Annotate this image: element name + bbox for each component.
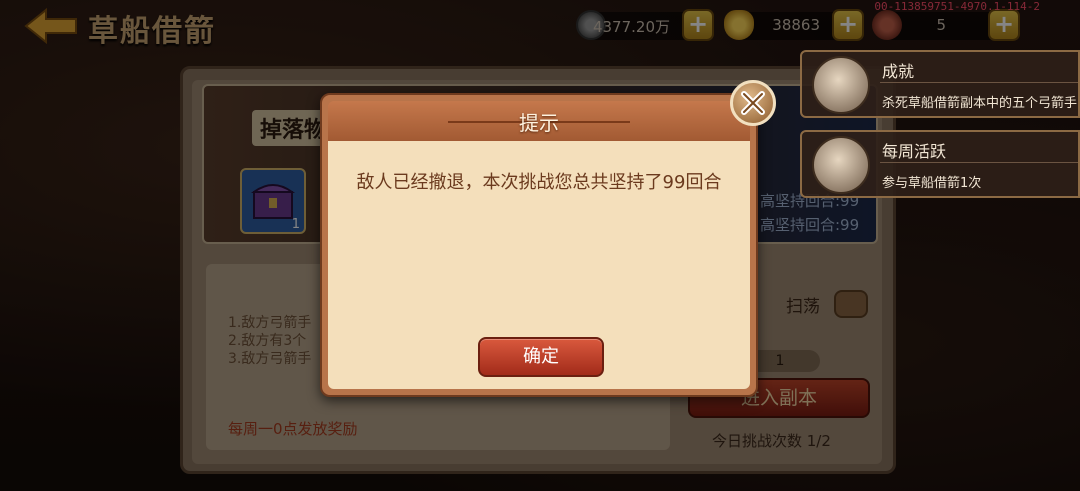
- scroll-icon: [812, 136, 870, 194]
- weekly-activity-toast: 每周活跃 参与草船借箭1次: [800, 130, 1080, 198]
- confirm-button[interactable]: 确定: [478, 337, 604, 377]
- close-icon: [741, 91, 765, 115]
- toast-title: 成就: [882, 62, 915, 81]
- toast-divider: [880, 162, 1078, 163]
- alert-dialog: 提示 敌人已经撤退，本次挑战您总共坚持了99回合 确定: [320, 93, 758, 397]
- toast-desc: 参与草船借箭1次: [882, 176, 982, 191]
- close-dialog-button[interactable]: [730, 80, 776, 126]
- dialog-message: 敌人已经撤退，本次挑战您总共坚持了99回合: [356, 172, 722, 193]
- dialog-header: 提示: [328, 101, 750, 141]
- dialog-title: 提示: [519, 111, 559, 135]
- toast-title: 每周活跃: [882, 142, 947, 161]
- toast-divider: [880, 82, 1078, 83]
- scroll-icon: [812, 56, 870, 114]
- achievement-toast: 成就 杀死草船借箭副本中的五个弓箭手: [800, 50, 1080, 118]
- toast-desc: 杀死草船借箭副本中的五个弓箭手: [882, 96, 1078, 111]
